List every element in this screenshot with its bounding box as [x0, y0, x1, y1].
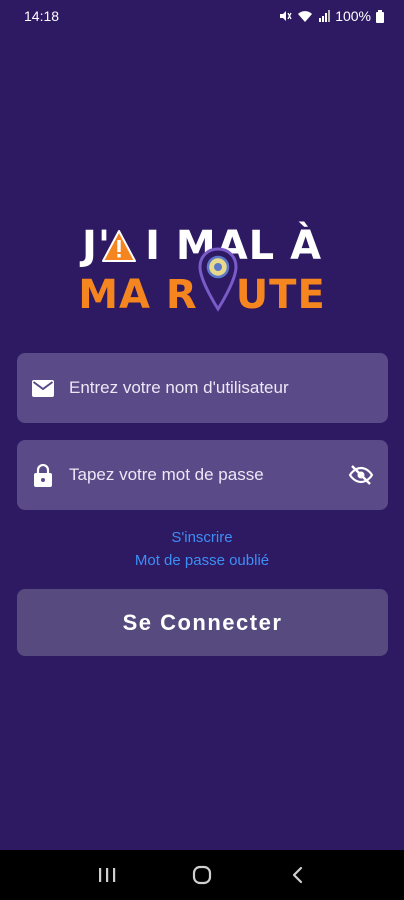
hide-password-icon[interactable]	[348, 464, 374, 486]
email-icon	[31, 376, 55, 400]
battery-icon	[376, 9, 384, 23]
home-icon[interactable]	[182, 855, 222, 895]
lock-icon	[31, 463, 55, 487]
app-logo: J' I MAL À MA R UTE	[0, 215, 404, 320]
mute-icon	[278, 9, 292, 23]
back-icon[interactable]	[277, 855, 317, 895]
forgot-password-link[interactable]: Mot de passe oublié	[0, 552, 404, 569]
connect-button[interactable]: Se Connecter	[17, 589, 388, 656]
status-time: 14:18	[24, 8, 60, 24]
status-bar: 14:18 100%	[0, 0, 404, 32]
signup-link[interactable]: S'inscrire	[0, 529, 404, 546]
signal-icon	[318, 10, 331, 22]
location-pin-icon	[198, 247, 238, 312]
status-icons: 100%	[278, 8, 384, 24]
wifi-icon	[297, 10, 313, 23]
username-placeholder: Entrez votre nom d'utilisateur	[69, 378, 289, 397]
warning-triangle-icon	[102, 230, 136, 262]
system-nav-bar	[0, 850, 404, 900]
password-field[interactable]: Tapez votre mot de passe	[17, 440, 388, 510]
logo-text-2b: UTE	[235, 272, 326, 318]
username-field[interactable]: Entrez votre nom d'utilisateur	[17, 353, 388, 423]
logo-text-2a: MA R	[78, 272, 198, 318]
password-placeholder: Tapez votre mot de passe	[69, 465, 264, 484]
recent-apps-icon[interactable]	[87, 855, 127, 895]
battery-percent: 100%	[335, 8, 371, 24]
